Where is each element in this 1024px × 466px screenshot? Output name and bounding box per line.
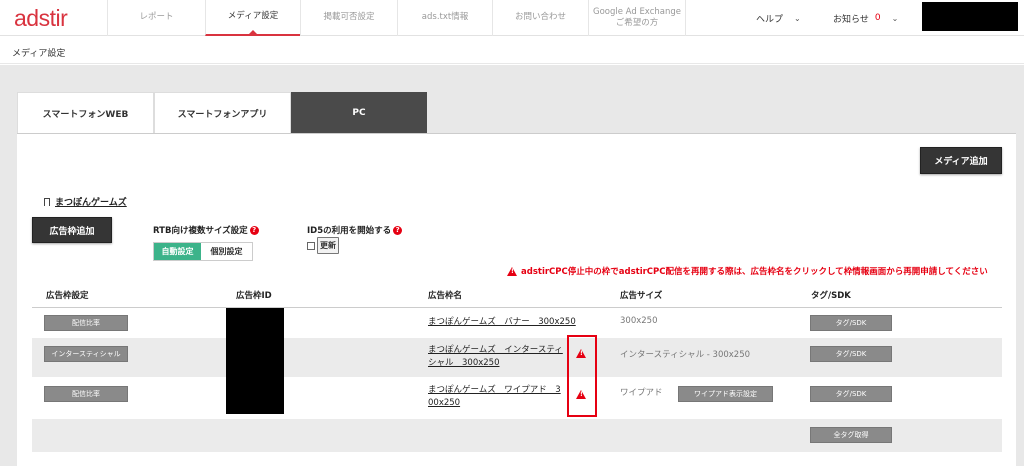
col-header-tag-sdk: タグ/SDK xyxy=(811,291,851,301)
notice-menu[interactable]: お知らせ 0 ⌄ xyxy=(833,0,898,36)
rtb-size-toggle[interactable]: 自動設定 個別設定 xyxy=(153,242,253,261)
question-icon[interactable]: ? xyxy=(249,225,259,235)
ad-size-value: ワイプアド xyxy=(620,388,663,398)
warning-highlight-box xyxy=(567,335,597,417)
warning-icon xyxy=(507,266,517,276)
ad-slot-name-link[interactable]: まつぽんゲームズ バナー 300x250 xyxy=(428,316,576,329)
warning-text: adstirCPC停止中の枠でadstirCPC配信を再開する際は、広告枠名をク… xyxy=(521,267,988,277)
nav-contact[interactable]: お問い合わせ xyxy=(492,0,588,36)
media-title[interactable]: まつぽんゲームズ xyxy=(44,195,127,209)
toggle-individual-setting[interactable]: 個別設定 xyxy=(201,243,252,260)
cpc-warning-message: adstirCPC停止中の枠でadstirCPC配信を再開する際は、広告枠名をク… xyxy=(507,265,988,277)
chevron-down-icon: ⌄ xyxy=(794,13,801,23)
ad-slot-id-redacted xyxy=(226,308,284,414)
ad-slot-name-link[interactable]: まつぽんゲームズ インタースティ シャル 300x250 xyxy=(428,344,563,370)
adstir-logo[interactable]: adstir xyxy=(14,5,68,32)
help-label: ヘルプ xyxy=(756,14,784,25)
col-header-ad-size: 広告サイズ xyxy=(620,291,663,301)
bookmark-icon xyxy=(44,197,50,209)
account-menu-redacted[interactable] xyxy=(922,2,1018,31)
question-icon[interactable]: ? xyxy=(393,225,403,235)
top-navigation-bar: adstir レポート メディア設定 掲載可否設定 ads.txt情報 お問い合… xyxy=(0,0,1024,36)
delivery-ratio-button[interactable]: 配信比率 xyxy=(44,315,128,331)
ad-size-value: 300x250 xyxy=(620,316,658,326)
col-header-slot-name: 広告枠名 xyxy=(428,291,463,301)
col-header-slot-id: 広告枠ID xyxy=(236,291,272,301)
chevron-down-icon: ⌄ xyxy=(891,13,899,23)
id5-label-text: ID5の利用を開始する xyxy=(307,226,392,236)
nav-report[interactable]: レポート xyxy=(107,0,205,36)
add-ad-slot-button[interactable]: 広告枠追加 xyxy=(32,217,112,243)
tab-smartphone-web[interactable]: スマートフォンWEB xyxy=(17,92,154,133)
id5-controls: 更新 xyxy=(307,237,339,254)
media-name-link[interactable]: まつぽんゲームズ xyxy=(55,195,127,208)
col-header-slot-setting: 広告枠設定 xyxy=(46,291,89,301)
ad-slot-name-line2: 00x250 xyxy=(428,398,461,409)
ad-slot-name-line2: シャル 300x250 xyxy=(428,358,500,369)
toggle-auto-setting[interactable]: 自動設定 xyxy=(154,243,201,260)
tab-pc[interactable]: PC xyxy=(291,92,427,133)
ad-slot-name-link[interactable]: まつぽんゲームズ ワイプアド 3 00x250 xyxy=(428,384,561,410)
delivery-ratio-button[interactable]: 配信比率 xyxy=(44,386,128,402)
update-button[interactable]: 更新 xyxy=(317,237,339,254)
id5-setting-label: ID5の利用を開始する ? xyxy=(307,224,403,236)
tag-sdk-button[interactable]: タグ/SDK xyxy=(810,315,892,331)
tag-sdk-button[interactable]: タグ/SDK xyxy=(810,346,892,362)
wipe-ad-display-settings-button[interactable]: ワイプアド表示設定 xyxy=(678,386,773,402)
breadcrumb-bar: メディア設定 xyxy=(0,37,1024,64)
rtb-setting-label: RTB向け複数サイズ設定 ? xyxy=(153,224,259,236)
nav-adx-line2: ご希望の方 xyxy=(615,18,659,28)
ad-slot-name-line1: まつぽんゲームズ インタースティ xyxy=(428,345,563,355)
tab-smartphone-app[interactable]: スマートフォンアプリ xyxy=(154,92,291,133)
nav-publish-settings[interactable]: 掲載可否設定 xyxy=(300,0,397,36)
ad-size-value: インタースティシャル - 300x250 xyxy=(620,350,751,360)
id5-checkbox[interactable] xyxy=(307,241,315,250)
rtb-label-text: RTB向け複数サイズ設定 xyxy=(153,226,248,236)
nav-ads-txt[interactable]: ads.txt情報 xyxy=(397,0,492,36)
help-menu[interactable]: ヘルプ ⌄ xyxy=(756,0,801,36)
interstitial-button[interactable]: インタースティシャル xyxy=(44,346,128,362)
notice-count-badge: 0 xyxy=(874,13,881,23)
tag-sdk-button[interactable]: タグ/SDK xyxy=(810,386,892,402)
nav-adx-line1: Google Ad Exchange xyxy=(593,6,681,17)
add-media-button[interactable]: メディア追加 xyxy=(920,147,1002,174)
notice-label: お知らせ xyxy=(833,14,869,25)
nav-media-settings[interactable]: メディア設定 xyxy=(205,0,300,36)
nav-google-ad-exchange[interactable]: Google Ad Exchange ご希望の方 xyxy=(588,0,686,36)
ad-slot-name-line1: まつぽんゲームズ ワイプアド 3 xyxy=(428,385,561,395)
get-all-tags-button[interactable]: 全タグ取得 xyxy=(810,427,892,443)
breadcrumb: メディア設定 xyxy=(12,49,66,59)
